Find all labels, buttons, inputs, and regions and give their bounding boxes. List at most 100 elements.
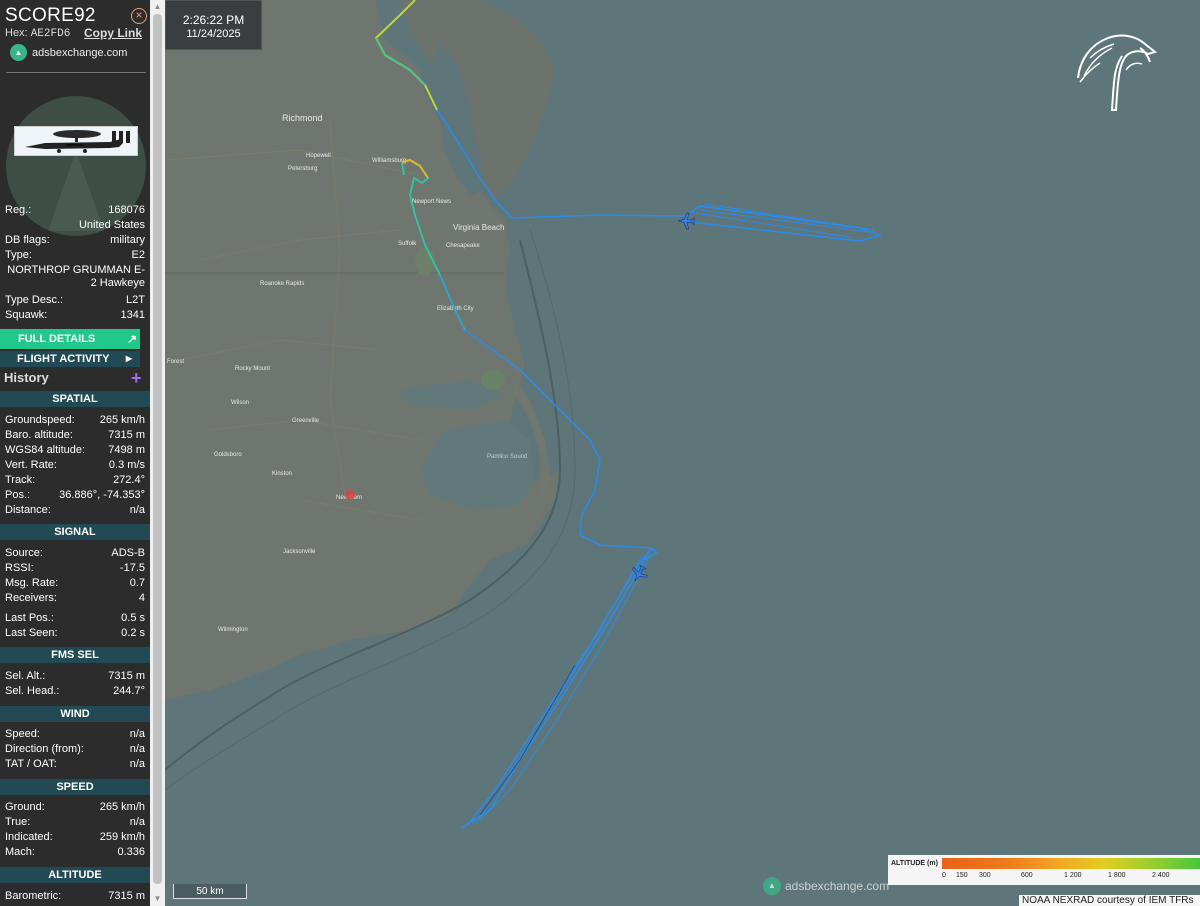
legend-gradient bbox=[942, 858, 1200, 869]
country: United States bbox=[78, 219, 145, 231]
sidebar-scrollbar[interactable]: ▲ ▼ bbox=[150, 0, 165, 906]
row-label: Last Seen: bbox=[5, 627, 58, 639]
source-site: adsbexchange.com bbox=[32, 46, 128, 59]
row-value: 0.7 bbox=[129, 577, 145, 589]
aircraft-info-panel: SCORE92 × Hex: AE2FD6 Copy Link ▲ adsbex… bbox=[0, 0, 150, 906]
place-label: Wilson bbox=[231, 400, 249, 406]
place-label: Goldsboro bbox=[214, 452, 242, 458]
legend-tick: 2 400 bbox=[1152, 872, 1170, 879]
legend-tick: 1 800 bbox=[1108, 872, 1126, 879]
map-attribution[interactable]: NOAA NEXRAD courtesy of IEM TFRs bbox=[1019, 895, 1200, 906]
place-label: Roanoke Rapids bbox=[260, 281, 304, 287]
external-link-icon: ↗ bbox=[126, 332, 137, 346]
row-value: 265 km/h bbox=[99, 414, 145, 426]
place-label: Greenville bbox=[292, 418, 320, 424]
flight-activity-button[interactable]: FLIGHT ACTIVITY ▶ bbox=[0, 351, 140, 367]
chevron-right-icon: ▶ bbox=[125, 354, 132, 363]
row-value: 7498 m bbox=[108, 444, 145, 456]
row-label: Vert. Rate: bbox=[5, 459, 57, 471]
row-label: Groundspeed: bbox=[5, 414, 75, 426]
hex-label: Hex: bbox=[5, 27, 28, 39]
row-label: Mach: bbox=[5, 846, 35, 858]
reg-label: Reg.: bbox=[5, 204, 32, 216]
dbflags-value: military bbox=[110, 234, 145, 246]
type-value: E2 bbox=[131, 249, 145, 261]
adsb-logo-icon: ▲ bbox=[763, 877, 781, 895]
legend-tick: 0 bbox=[942, 872, 946, 879]
row-value: 272.4° bbox=[113, 474, 145, 486]
row-value: n/a bbox=[129, 743, 145, 755]
row-label: Pos.: bbox=[5, 489, 31, 501]
full-details-label: FULL DETAILS bbox=[18, 333, 96, 345]
row-value: n/a bbox=[129, 816, 145, 828]
type-label: Type: bbox=[5, 249, 32, 261]
full-details-button[interactable]: FULL DETAILS ↗ bbox=[0, 329, 140, 349]
source-link[interactable]: ▲ adsbexchange.com bbox=[10, 44, 127, 61]
row-label: Msg. Rate: bbox=[5, 577, 59, 589]
row-label: Source: bbox=[5, 547, 43, 559]
scroll-down-icon[interactable]: ▼ bbox=[150, 892, 165, 906]
plus-icon[interactable]: + bbox=[131, 369, 142, 387]
scroll-thumb[interactable] bbox=[153, 14, 162, 884]
map-watermark: ▲ adsbexchange.com bbox=[763, 877, 889, 895]
place-label: Wilmington bbox=[218, 627, 248, 633]
row-value: 36.886°, -74.353° bbox=[59, 489, 145, 501]
row-label: Sel. Alt.: bbox=[5, 670, 46, 682]
dbflags-label: DB flags: bbox=[5, 234, 50, 246]
place-label: Rocky Mount bbox=[235, 366, 270, 372]
typedesc-label: Type Desc.: bbox=[5, 294, 64, 306]
eagle-logo-icon bbox=[1070, 30, 1160, 115]
adsb-logo-icon: ▲ bbox=[10, 44, 27, 61]
row-value: 244.7° bbox=[113, 685, 145, 697]
close-icon[interactable]: × bbox=[131, 8, 147, 24]
row-value: n/a bbox=[129, 758, 145, 770]
place-label: Chesapeake bbox=[446, 243, 480, 249]
legend-tick: 600 bbox=[1021, 872, 1033, 879]
speed-header[interactable]: SPEED bbox=[0, 779, 150, 795]
row-value: 7315 m bbox=[108, 429, 145, 441]
row-label: Track: bbox=[5, 474, 36, 486]
row-value: 0.2 s bbox=[121, 627, 145, 639]
history-heading[interactable]: History bbox=[4, 370, 49, 385]
row-label: Sel. Head.: bbox=[5, 685, 60, 697]
place-label: Newport News bbox=[412, 199, 451, 205]
row-label: TAT / OAT: bbox=[5, 758, 57, 770]
altitude-header[interactable]: ALTITUDE bbox=[0, 867, 150, 883]
row-label: Receivers: bbox=[5, 592, 57, 604]
map-view[interactable]: Richmond Hopewell Petersburg Williamsbur… bbox=[165, 0, 1200, 906]
place-label: Jacksonville bbox=[283, 549, 316, 555]
row-label: Speed: bbox=[5, 728, 40, 740]
legend-tick: 300 bbox=[979, 872, 991, 879]
signal-header[interactable]: SIGNAL bbox=[0, 524, 150, 540]
type-full: NORTHROP GRUMMAN E-2 Hawkeye bbox=[7, 264, 145, 289]
row-label: RSSI: bbox=[5, 562, 34, 574]
typedesc-value: L2T bbox=[126, 294, 145, 306]
clock-date: 11/24/2025 bbox=[186, 28, 241, 40]
legend-tick: 150 bbox=[956, 872, 968, 879]
row-value: 4 bbox=[138, 592, 145, 604]
row-value: n/a bbox=[129, 504, 145, 516]
altitude-legend: ALTITUDE (m) 0 150 300 600 1 200 1 800 2… bbox=[888, 855, 1200, 885]
scroll-up-icon[interactable]: ▲ bbox=[150, 0, 165, 14]
aircraft-photo[interactable] bbox=[14, 126, 138, 156]
clock-box: 2:26:22 PM 11/24/2025 bbox=[165, 0, 262, 50]
row-label: Last Pos.: bbox=[5, 612, 54, 624]
place-label: Richmond bbox=[282, 113, 323, 123]
row-value: 259 km/h bbox=[99, 831, 145, 843]
place-label: Suffolk bbox=[398, 241, 417, 247]
spatial-header[interactable]: SPATIAL bbox=[0, 391, 150, 407]
fms-header[interactable]: FMS SEL bbox=[0, 647, 150, 663]
radar-blip bbox=[345, 490, 355, 500]
place-label: Virginia Beach bbox=[453, 223, 504, 232]
clock-time: 2:26:22 PM bbox=[182, 13, 245, 27]
row-value: 7315 m bbox=[108, 670, 145, 682]
copy-link[interactable]: Copy Link bbox=[84, 26, 142, 40]
hex-line: Hex: AE2FD6 bbox=[5, 27, 70, 40]
row-label: Direction (from): bbox=[5, 743, 84, 755]
reg-value: 168076 bbox=[108, 204, 145, 216]
row-label: Indicated: bbox=[5, 831, 53, 843]
row-value: 0.336 bbox=[117, 846, 145, 858]
row-value: 0.5 s bbox=[121, 612, 145, 624]
wind-header[interactable]: WIND bbox=[0, 706, 150, 722]
row-label: Distance: bbox=[5, 504, 51, 516]
